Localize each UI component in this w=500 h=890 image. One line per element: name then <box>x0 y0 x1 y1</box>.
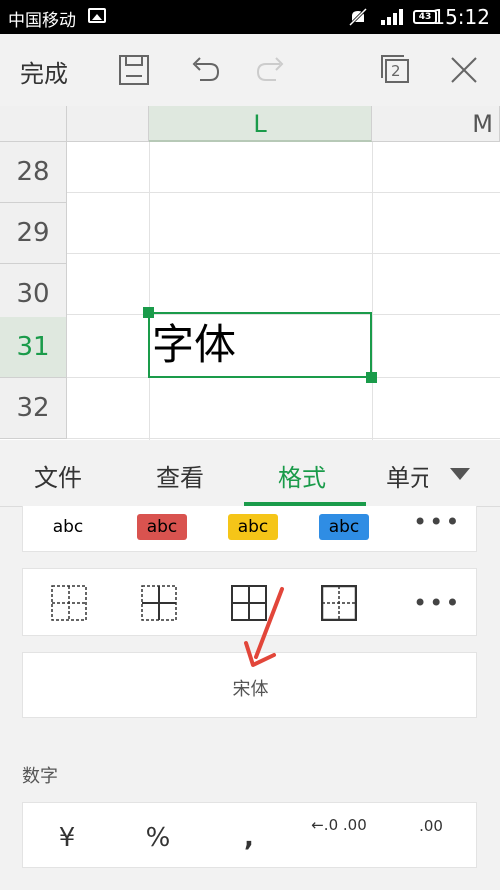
undo-icon[interactable] <box>186 52 222 88</box>
signal-icon <box>381 9 403 25</box>
column-header-m[interactable]: M <box>372 106 500 142</box>
text-style-yellow[interactable]: abc <box>228 514 278 540</box>
percent-format-button[interactable]: % <box>128 823 188 853</box>
text-style-plain[interactable]: abc <box>43 514 93 540</box>
grid-line <box>149 142 150 440</box>
tab-cell[interactable]: 单元 <box>386 464 428 492</box>
carrier-name: 中国移动 <box>8 11 76 31</box>
mute-icon <box>348 8 368 26</box>
border-outer-icon[interactable] <box>321 585 357 621</box>
decrease-decimal-button[interactable]: ←.0 .00 <box>309 817 369 834</box>
status-bar: 中国移动 43 15:12 <box>0 0 500 34</box>
text-style-red[interactable]: abc <box>137 514 187 540</box>
more-borders-button[interactable]: ••• <box>413 589 461 617</box>
annotation-arrow-icon <box>244 587 284 667</box>
row-header-31[interactable]: 31 <box>0 317 67 378</box>
chevron-down-icon[interactable] <box>450 468 470 480</box>
border-inner-icon[interactable] <box>141 585 177 621</box>
row-header-32[interactable]: 32 <box>0 378 67 439</box>
number-format-row: ¥ % , ←.0 .00 .00 <box>22 802 477 868</box>
row-header-28[interactable]: 28 <box>0 142 67 203</box>
more-styles-button[interactable]: ••• <box>413 508 461 536</box>
tab-view[interactable]: 查看 <box>156 458 204 493</box>
text-style-blue[interactable]: abc <box>319 514 369 540</box>
column-header-k[interactable] <box>67 106 149 142</box>
font-name: 宋体 <box>232 679 269 700</box>
ribbon-tabs: 文件 查看 格式 单元 <box>0 440 500 507</box>
row-header-30[interactable]: 30 <box>0 264 67 325</box>
close-icon[interactable] <box>446 52 482 88</box>
grid-line <box>372 142 373 440</box>
clock: 15:12 <box>432 5 490 29</box>
thousands-separator-button[interactable]: , <box>219 823 279 853</box>
grid-line <box>67 192 500 193</box>
text-style-row: abc abc abc abc ••• <box>22 506 477 552</box>
number-section-title: 数字 <box>22 766 58 787</box>
increase-decimal-button[interactable]: .00 <box>401 817 461 835</box>
border-none-icon[interactable] <box>51 585 87 621</box>
gallery-notification-icon <box>88 8 106 23</box>
selection-handle-bottom-right[interactable] <box>366 372 377 383</box>
currency-format-button[interactable]: ¥ <box>37 823 97 853</box>
row-header-29[interactable]: 29 <box>0 203 67 264</box>
spreadsheet-grid[interactable]: L M 28 29 30 31 32 字体 <box>0 106 500 440</box>
redo-icon[interactable] <box>254 52 290 88</box>
corner-header[interactable] <box>0 106 67 142</box>
sheets-button[interactable]: 2 <box>378 52 412 86</box>
cell-content: 字体 <box>152 320 237 369</box>
edit-toolbar: 完成 2 <box>0 34 500 107</box>
tab-file[interactable]: 文件 <box>34 458 82 493</box>
save-icon[interactable] <box>116 52 152 88</box>
tab-format[interactable]: 格式 <box>278 458 326 493</box>
column-header-l[interactable]: L <box>149 106 372 142</box>
grid-line <box>67 438 500 439</box>
tab-cell-clip: 单元 <box>386 458 428 493</box>
grid-line <box>67 253 500 254</box>
done-button[interactable]: 完成 <box>20 54 68 89</box>
sheet-count: 2 <box>391 62 401 80</box>
